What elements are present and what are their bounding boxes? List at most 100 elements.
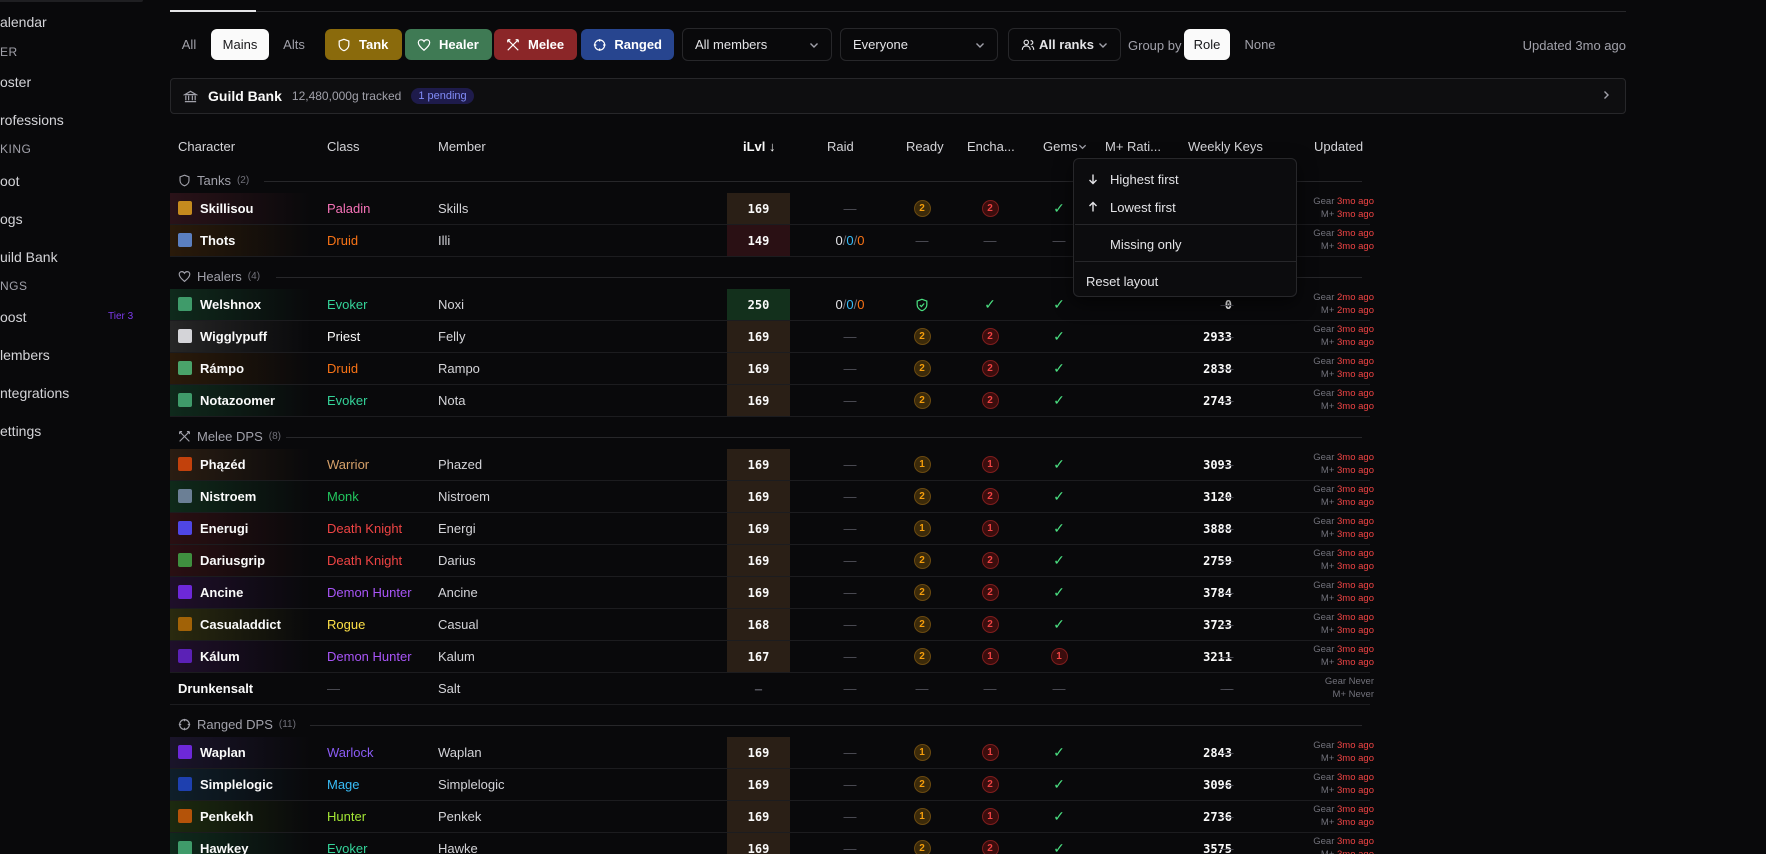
class-name: Rogue	[327, 617, 366, 632]
updated-value: 3mo ago	[1337, 772, 1374, 783]
menu-item-missing-only[interactable]: Missing only	[1074, 231, 1296, 257]
filter-alts-button[interactable]: Alts	[274, 29, 314, 60]
menu-item-highest-first[interactable]: Highest first	[1074, 166, 1296, 192]
character-name[interactable]: Skillisou	[200, 193, 253, 224]
table-row[interactable]: Kálum Demon Hunter Kalum 167—2 1 1 3211— Gear 3…	[170, 641, 1374, 673]
character-name[interactable]: Welshnox	[200, 289, 261, 320]
updated-line: Gear 3mo ago	[1160, 547, 1374, 560]
sidebar-item-boost[interactable]: oost	[0, 309, 26, 325]
column-header-class[interactable]: Class	[327, 139, 360, 154]
sidebar-item-calendar[interactable]: alendar	[0, 14, 47, 30]
member-name: Penkek	[438, 809, 482, 824]
updated-cell: Gear 3mo agoM+ 3mo ago	[1160, 579, 1374, 605]
table-row[interactable]: Nistroem Monk Nistroem 169—2 2 ✓ 3120— Gear 3mo…	[170, 481, 1374, 513]
table-row[interactable]: Wigglypuff Priest Felly 169—2 2 ✓ 2933— Gear 3m…	[170, 321, 1374, 353]
role-tank-chip[interactable]: Tank	[325, 29, 402, 60]
column-header-weekly-keys[interactable]: Weekly Keys	[1188, 139, 1263, 154]
table-row[interactable]: Phązéd Warrior Phazed 169—1 1 ✓ 3093— Gear 3mo …	[170, 449, 1374, 481]
menu-item-reset-layout[interactable]: Reset layout	[1074, 268, 1296, 294]
character-name[interactable]: Thots	[200, 225, 235, 256]
column-header-gems[interactable]: Gems	[1043, 139, 1087, 154]
crossed-swords-icon	[179, 431, 190, 442]
column-header-ready[interactable]: Ready	[906, 139, 944, 154]
character-name[interactable]: Waplan	[200, 737, 246, 768]
character-name[interactable]: Wigglypuff	[200, 321, 267, 352]
ranks-select[interactable]: All ranks	[1008, 28, 1121, 61]
check-icon: ✓	[1053, 520, 1065, 536]
role-ranged-chip[interactable]: Ranged	[581, 29, 674, 60]
table-row[interactable]: Drunkensalt — Salt – — — — — – — Gear Never M+ Neve…	[170, 673, 1374, 705]
table-row[interactable]: Penkekh Hunter Penkek 169—1 1 ✓ 2736— Gear 3mo …	[170, 801, 1374, 833]
character-name[interactable]: Nistroem	[200, 481, 256, 512]
updated-value: Never	[1348, 676, 1374, 687]
character-name[interactable]: Casualaddict	[200, 609, 281, 640]
group-header-healers[interactable]: Healers (4)	[178, 269, 260, 284]
character-name[interactable]: Simplelogic	[200, 769, 273, 800]
group-divider	[310, 725, 1362, 726]
character-name[interactable]: Phązéd	[200, 449, 246, 480]
menu-item-lowest-first[interactable]: Lowest first	[1074, 194, 1296, 220]
updated-value: 3mo ago	[1337, 657, 1374, 668]
filter-all-button[interactable]: All	[172, 29, 206, 60]
updated-label: M+	[1320, 337, 1338, 348]
count-badge: 2	[913, 360, 931, 377]
column-header-character[interactable]: Character	[178, 139, 235, 154]
sidebar-item-loot[interactable]: oot	[0, 173, 19, 189]
table-row[interactable]: Simplelogic Mage Simplelogic 169—2 2 ✓ 3096— Ge…	[170, 769, 1374, 801]
role-healer-chip[interactable]: Healer	[405, 29, 492, 60]
character-name[interactable]: Rámpo	[200, 353, 244, 384]
updated-line: Gear 3mo ago	[1160, 771, 1374, 784]
gems-status: ✓	[1047, 481, 1071, 512]
sidebar-item-settings[interactable]: ettings	[0, 423, 41, 439]
filter-mains-button[interactable]: Mains	[211, 29, 269, 60]
sidebar-item-integrations[interactable]: ntegrations	[0, 385, 69, 401]
table-row[interactable]: Rámpo Druid Rampo 169—2 2 ✓ 2838— Gear 3mo ago M…	[170, 353, 1374, 385]
table-row[interactable]: Enerugi Death Knight Energi 169—1 1 ✓ 3888— Gea…	[170, 513, 1374, 545]
column-header-updated[interactable]: Updated	[1314, 139, 1363, 154]
character-name[interactable]: Notazoomer	[200, 385, 275, 416]
table-row[interactable]: Ancine Demon Hunter Ancine 169—2 2 ✓ 3784— Gear…	[170, 577, 1374, 609]
table-row[interactable]: Casualaddict Rogue Casual 168—2 2 ✓ 3723— Gear …	[170, 609, 1374, 641]
character-name[interactable]: Dariusgrip	[200, 545, 265, 576]
group-header-tanks[interactable]: Tanks (2)	[178, 173, 249, 188]
table-row[interactable]: Waplan Warlock Waplan 169—1 1 ✓ 2843— Gear 3mo …	[170, 737, 1374, 769]
character-avatar	[178, 841, 192, 854]
character-name[interactable]: Enerugi	[200, 513, 248, 544]
character-name[interactable]: Hawkey	[200, 833, 248, 854]
updated-line: Gear 3mo ago	[1160, 643, 1374, 656]
raid-progress: —	[843, 457, 857, 472]
sidebar-item-logs[interactable]: ogs	[0, 211, 23, 227]
table-row[interactable]: Hawkey Evoker Hawke 169—2 2 ✓ 3575— Gear 3mo ag…	[170, 833, 1374, 854]
group-by-role-button[interactable]: Role	[1184, 29, 1230, 60]
tabs-divider	[170, 11, 1626, 12]
character-name[interactable]: Ancine	[200, 577, 243, 608]
everyone-select[interactable]: Everyone	[840, 28, 998, 61]
character-name[interactable]: Drunkensalt	[178, 673, 253, 704]
members-select[interactable]: All members	[682, 28, 832, 61]
column-header-raid[interactable]: Raid	[827, 139, 854, 154]
group-header-melee[interactable]: Melee DPS (8)	[178, 429, 281, 444]
group-by-none-button[interactable]: None	[1240, 29, 1280, 60]
member-name: Kalum	[438, 649, 475, 664]
updated-value: 3mo ago	[1337, 561, 1374, 572]
guild-bank-bar[interactable]: Guild Bank 12,480,000g tracked 1 pending	[170, 78, 1626, 114]
sidebar-item-professions[interactable]: rofessions	[0, 112, 64, 128]
item-level: 169	[727, 833, 790, 854]
column-header-ilvl[interactable]: iLvl ↓	[743, 139, 776, 154]
group-header-ranged[interactable]: Ranged DPS (11)	[178, 717, 296, 732]
column-header-member[interactable]: Member	[438, 139, 486, 154]
sidebar-item-guild-bank[interactable]: uild Bank	[0, 249, 58, 265]
role-melee-chip[interactable]: Melee	[494, 29, 577, 60]
column-header-mplus-rating[interactable]: M+ Rati...	[1105, 139, 1161, 154]
updated-line: Gear 3mo ago	[1160, 835, 1374, 848]
updated-line: M+ 3mo ago	[1160, 784, 1374, 797]
table-row[interactable]: Notazoomer Evoker Nota 169—2 2 ✓ 2743— Gear 3mo…	[170, 385, 1374, 417]
character-name[interactable]: Penkekh	[200, 801, 253, 832]
character-avatar	[178, 361, 192, 375]
sidebar-item-members[interactable]: lembers	[0, 347, 50, 363]
character-name[interactable]: Kálum	[200, 641, 240, 672]
table-row[interactable]: Dariusgrip Death Knight Darius 169—2 2 ✓ 2759—…	[170, 545, 1374, 577]
item-level: 168	[727, 609, 790, 640]
sidebar-item-roster[interactable]: oster	[0, 74, 31, 90]
column-header-enchants[interactable]: Encha...	[967, 139, 1015, 154]
